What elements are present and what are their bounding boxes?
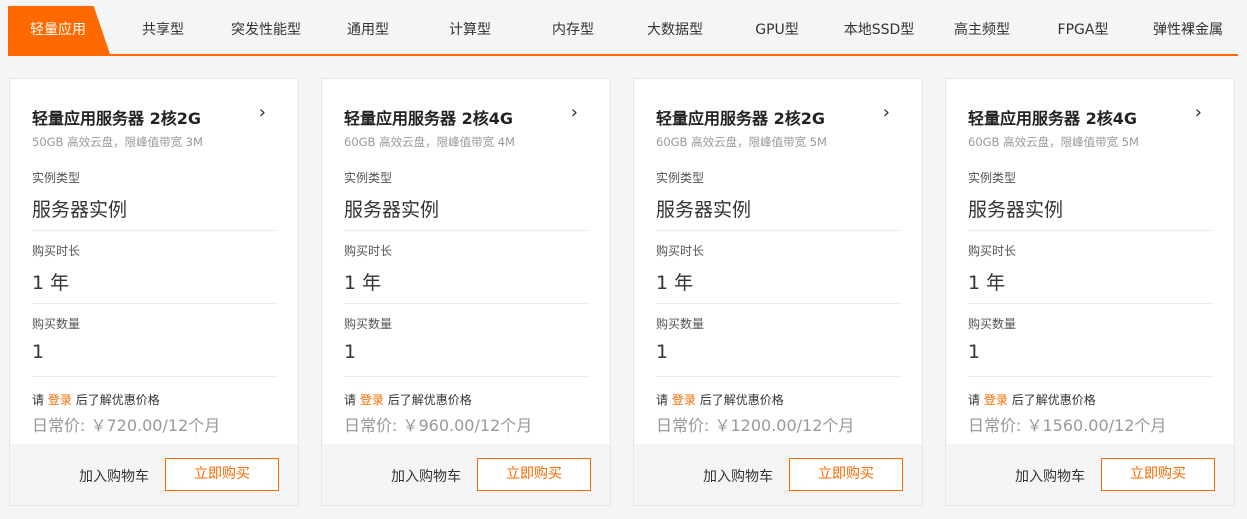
card-footer: 加入购物车 立即购买 xyxy=(946,444,1234,505)
divider xyxy=(344,230,590,231)
add-to-cart-button[interactable]: 加入购物车 xyxy=(703,466,773,486)
quantity-label: 购买数量 xyxy=(32,317,81,331)
chevron-right-icon[interactable]: › xyxy=(571,103,578,123)
buy-now-button[interactable]: 立即购买 xyxy=(165,458,279,491)
quantity-value: 1 xyxy=(344,341,357,363)
card-footer: 加入购物车 立即购买 xyxy=(10,444,298,505)
login-suffix: 后了解优惠价格 xyxy=(699,393,784,407)
card-subtitle: 60GB 高效云盘，限峰值带宽 4M xyxy=(344,135,515,149)
login-link[interactable]: 登录 xyxy=(48,393,72,407)
regular-price: 日常价: ￥720.00/12个月 xyxy=(32,416,221,435)
divider xyxy=(32,230,278,231)
instance-type-label: 实例类型 xyxy=(968,171,1017,185)
card-title[interactable]: 轻量应用服务器 2核2G xyxy=(32,105,201,129)
divider xyxy=(344,303,590,304)
quantity-value: 1 xyxy=(968,341,981,363)
card-title[interactable]: 轻量应用服务器 2核4G xyxy=(344,105,513,129)
quantity-label: 购买数量 xyxy=(656,317,705,331)
login-prefix: 请 xyxy=(656,393,669,407)
quantity-label: 购买数量 xyxy=(968,317,1017,331)
chevron-right-icon[interactable]: › xyxy=(883,103,890,123)
product-card: 轻量应用服务器 2核4G › 60GB 高效云盘，限峰值带宽 4M 实例类型 服… xyxy=(321,78,611,506)
divider xyxy=(656,303,902,304)
login-link[interactable]: 登录 xyxy=(672,393,696,407)
instance-type-label: 实例类型 xyxy=(344,171,393,185)
login-hint: 请 登录 后了解优惠价格 xyxy=(968,391,1096,408)
login-prefix: 请 xyxy=(968,393,981,407)
duration-label: 购买时长 xyxy=(344,244,393,258)
chevron-right-icon[interactable]: › xyxy=(1195,103,1202,123)
divider xyxy=(32,376,278,377)
card-title[interactable]: 轻量应用服务器 2核2G xyxy=(656,105,825,129)
tab-fpga[interactable]: FPGA型 xyxy=(1047,6,1119,54)
regular-price: 日常价: ￥1560.00/12个月 xyxy=(968,416,1167,435)
instance-type-value: 服务器实例 xyxy=(968,199,1064,221)
tab-shared[interactable]: 共享型 xyxy=(126,6,200,54)
add-to-cart-button[interactable]: 加入购物车 xyxy=(1015,466,1085,486)
divider xyxy=(656,230,902,231)
duration-value: 1 年 xyxy=(344,272,382,294)
card-title[interactable]: 轻量应用服务器 2核4G xyxy=(968,105,1137,129)
login-link[interactable]: 登录 xyxy=(984,393,1008,407)
tab-burstable[interactable]: 突发性能型 xyxy=(222,6,310,54)
buy-now-button[interactable]: 立即购买 xyxy=(1101,458,1215,491)
instance-type-label: 实例类型 xyxy=(32,171,81,185)
divider xyxy=(968,303,1214,304)
regular-price: 日常价: ￥960.00/12个月 xyxy=(344,416,533,435)
card-subtitle: 60GB 高效云盘，限峰值带宽 5M xyxy=(656,135,827,149)
product-card: 轻量应用服务器 2核2G › 50GB 高效云盘，限峰值带宽 3M 实例类型 服… xyxy=(9,78,299,506)
tab-local-ssd[interactable]: 本地SSD型 xyxy=(835,6,923,54)
login-prefix: 请 xyxy=(32,393,45,407)
duration-value: 1 年 xyxy=(32,272,70,294)
tab-gpu[interactable]: GPU型 xyxy=(742,6,812,54)
tab-bare-metal[interactable]: 弹性裸金属 xyxy=(1143,6,1233,54)
login-suffix: 后了解优惠价格 xyxy=(75,393,160,407)
card-footer: 加入购物车 立即购买 xyxy=(322,444,610,505)
login-suffix: 后了解优惠价格 xyxy=(1011,393,1096,407)
tab-memory[interactable]: 内存型 xyxy=(538,6,608,54)
login-link[interactable]: 登录 xyxy=(360,393,384,407)
divider xyxy=(968,376,1214,377)
regular-price: 日常价: ￥1200.00/12个月 xyxy=(656,416,855,435)
quantity-label: 购买数量 xyxy=(344,317,393,331)
duration-label: 购买时长 xyxy=(32,244,81,258)
product-card: 轻量应用服务器 2核2G › 60GB 高效云盘，限峰值带宽 5M 实例类型 服… xyxy=(633,78,923,506)
card-footer: 加入购物车 立即购买 xyxy=(634,444,922,505)
duration-value: 1 年 xyxy=(656,272,694,294)
duration-value: 1 年 xyxy=(968,272,1006,294)
divider xyxy=(344,376,590,377)
buy-now-button[interactable]: 立即购买 xyxy=(789,458,903,491)
instance-type-tabs: 轻量应用 共享型 突发性能型 通用型 计算型 内存型 大数据型 GPU型 本地S… xyxy=(0,0,1247,57)
instance-type-label: 实例类型 xyxy=(656,171,705,185)
chevron-right-icon[interactable]: › xyxy=(259,103,266,123)
product-card: 轻量应用服务器 2核4G › 60GB 高效云盘，限峰值带宽 5M 实例类型 服… xyxy=(945,78,1235,506)
add-to-cart-button[interactable]: 加入购物车 xyxy=(391,466,461,486)
tab-big-data[interactable]: 大数据型 xyxy=(638,6,712,54)
buy-now-button[interactable]: 立即购买 xyxy=(477,458,591,491)
quantity-value: 1 xyxy=(656,341,669,363)
card-subtitle: 50GB 高效云盘，限峰值带宽 3M xyxy=(32,135,203,149)
duration-label: 购买时长 xyxy=(968,244,1017,258)
login-hint: 请 登录 后了解优惠价格 xyxy=(32,391,160,408)
divider xyxy=(968,230,1214,231)
login-prefix: 请 xyxy=(344,393,357,407)
login-suffix: 后了解优惠价格 xyxy=(387,393,472,407)
duration-label: 购买时长 xyxy=(656,244,705,258)
tab-compute[interactable]: 计算型 xyxy=(435,6,505,54)
instance-type-value: 服务器实例 xyxy=(344,199,440,221)
tab-lightweight-app[interactable]: 轻量应用 xyxy=(8,6,110,54)
instance-type-value: 服务器实例 xyxy=(656,199,752,221)
divider xyxy=(32,303,278,304)
tab-general-purpose[interactable]: 通用型 xyxy=(333,6,403,54)
divider xyxy=(656,376,902,377)
quantity-value: 1 xyxy=(32,341,45,363)
add-to-cart-button[interactable]: 加入购物车 xyxy=(79,466,149,486)
tab-high-frequency[interactable]: 高主频型 xyxy=(945,6,1019,54)
login-hint: 请 登录 后了解优惠价格 xyxy=(344,391,472,408)
instance-type-value: 服务器实例 xyxy=(32,199,128,221)
card-subtitle: 60GB 高效云盘，限峰值带宽 5M xyxy=(968,135,1139,149)
login-hint: 请 登录 后了解优惠价格 xyxy=(656,391,784,408)
tabs-underline xyxy=(8,54,1238,56)
